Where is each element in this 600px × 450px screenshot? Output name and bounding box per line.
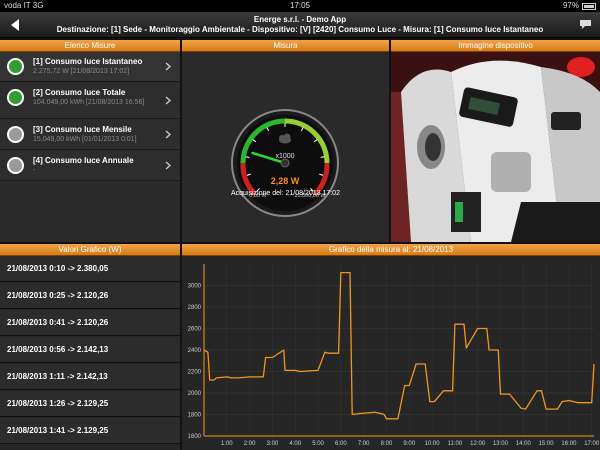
x-tick-label: 4:00 [289,441,301,447]
y-tick-label: 2600 [188,327,202,333]
measure-item-totale[interactable]: [2] Consumo luce Totale 104.049,00 kWh [… [0,83,180,119]
list-item[interactable]: 21/08/2013 1:11 -> 2.142,13 [0,364,180,390]
x-tick-label: 1:00 [221,441,233,447]
meter-photo [391,52,600,242]
line-chart: 1600 1800 2000 2200 2400 2600 2800 3000 1:00 2:00… [188,264,600,447]
battery-indicator: 97% [563,0,596,12]
status-time: 17:05 [289,1,311,10]
list-item[interactable]: 21/08/2013 0:25 -> 2.120,26 [0,283,180,309]
x-tick-label: 11:00 [448,441,463,447]
battery-icon [582,2,596,10]
gauge-tick [245,156,250,158]
x-tick-label: 8:00 [381,441,393,447]
valori-header: Valori Grafico (W) [0,244,180,256]
list-item[interactable]: 21/08/2013 1:41 -> 2.129,25 [0,418,180,444]
x-tick-label: 14:00 [516,441,532,447]
x-tick-label: 13:00 [493,441,509,447]
x-tick-label: 2:00 [244,441,256,447]
gauge-dial: x1000 2,28 W 0,00 W 10.000,00 W [231,109,339,217]
chart-panel: 1600 1800 2000 2200 2400 2600 2800 3000 1:00 2:00… [182,256,600,450]
list-item[interactable]: 21/08/2013 1:26 -> 2.129,25 [0,391,180,417]
x-tick-label: 17:00 [584,441,600,447]
x-tick-label: 5:00 [312,441,324,447]
acquisition-time: Acquisizione del: 21/08/2013 17:02 [231,190,340,197]
list-item[interactable]: 21/08/2013 0:41 -> 2.120,26 [0,310,180,336]
chevron-right-icon [165,96,171,105]
immagine-header: Immagine dispositivo [391,40,600,52]
gauge-icon [7,126,24,143]
list-item[interactable]: 21/08/2013 0:56 -> 2.142,13 [0,337,180,363]
measure-panel: x1000 2,28 W 0,00 W 10.000,00 W Acquisiz… [182,52,389,242]
misura-header: Misura [182,40,389,52]
x-tick-label: 15:00 [539,441,555,447]
x-tick-label: 7:00 [358,441,370,447]
y-tick-label: 3000 [188,284,202,290]
y-tick-label: 1800 [188,413,202,419]
list-item[interactable]: 21/08/2013 0:10 -> 2.380,05 [0,256,180,282]
gauge-value: 2,28 W [271,176,300,186]
device-image [391,52,600,242]
measure-item-annuale[interactable]: [4] Consumo luce Annuale - [0,151,180,181]
x-tick-label: 9:00 [403,441,415,447]
measure-item-istantaneo[interactable]: [1] Consumo luce Istantaneo 2.275,72 W [… [0,52,180,82]
values-list: 21/08/2013 0:10 -> 2.380,05 21/08/2013 0… [0,256,180,450]
gauge-icon [7,89,24,106]
page-title: Energe s.r.l. - Demo App Destinazione: [… [56,15,544,34]
y-tick-label: 2000 [188,391,202,397]
y-tick-label: 2200 [188,370,202,376]
gauge-icon [7,58,24,75]
chevron-right-icon [165,161,171,170]
x-tick-label: 3:00 [267,441,279,447]
x-tick-label: 16:00 [561,441,577,447]
chevron-right-icon [165,130,171,139]
measure-item-mensile[interactable]: [3] Consumo luce Mensile 15.049,00 kWh [… [0,120,180,150]
y-tick-label: 2800 [188,305,202,311]
gauge-icon [7,157,24,174]
status-bar: voda IT 3G 17:05 97% [0,0,600,12]
y-tick-label: 1600 [188,434,202,440]
x-tick-label: 6:00 [335,441,347,447]
nav-bar: Energe s.r.l. - Demo App Destinazione: [… [0,12,600,38]
chevron-right-icon [165,62,171,71]
grafico-header: Grafico della misura al: 21/08/2013 [182,244,600,256]
y-tick-label: 2400 [188,348,202,354]
comment-icon[interactable] [579,19,592,30]
measure-list: [1] Consumo luce Istantaneo 2.275,72 W [… [0,52,180,242]
gauge-tick [320,156,325,158]
elenco-header: Elenco Misure [0,40,180,52]
x-tick-label: 10:00 [425,441,441,447]
x-tick-label: 12:00 [470,441,486,447]
